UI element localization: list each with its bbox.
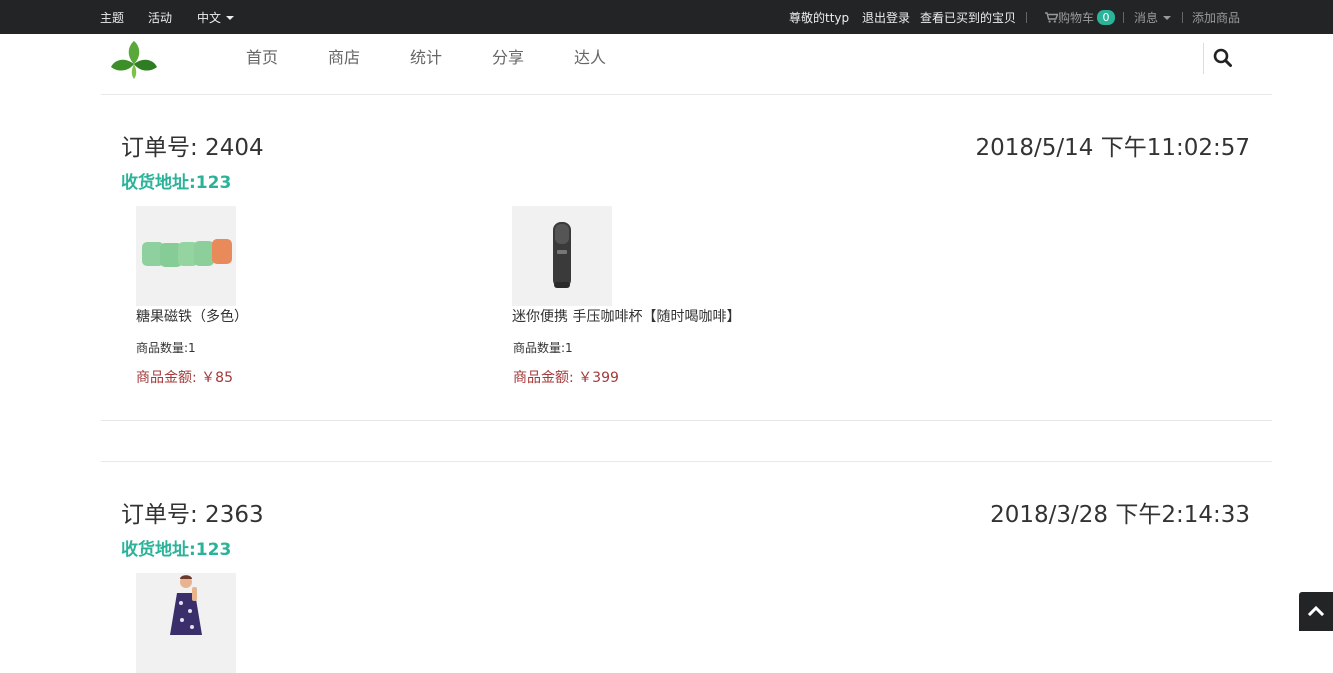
nav-stats[interactable]: 统计 [410, 48, 442, 68]
cart-link[interactable]: 购物车 0 [1045, 10, 1116, 26]
user-greeting[interactable]: 尊敬的ttyp [789, 10, 849, 26]
divider [1203, 43, 1204, 74]
chevron-up-icon [1307, 605, 1325, 617]
candy-magnets-image[interactable] [136, 206, 236, 306]
search-icon[interactable] [1212, 47, 1234, 69]
divider [101, 94, 1272, 95]
order-number: 订单号: 2404 [121, 135, 264, 161]
product-quantity: 商品数量:1 [136, 341, 196, 355]
divider [1182, 12, 1183, 23]
shipping-address: 收货地址:123 [121, 173, 232, 193]
messages-dropdown[interactable]: 消息 [1134, 10, 1172, 26]
language-dropdown[interactable]: 中文 [197, 10, 235, 26]
nav-share[interactable]: 分享 [492, 48, 524, 68]
logout-link[interactable]: 退出登录 [862, 10, 910, 26]
product-name[interactable]: 迷你便携 手压咖啡杯【随时喝咖啡】 [512, 308, 740, 326]
purchased-items-link[interactable]: 查看已买到的宝贝 [920, 10, 1016, 26]
add-product-link[interactable]: 添加商品 [1192, 10, 1240, 26]
cart-count-badge: 0 [1097, 10, 1116, 25]
logo-icon[interactable] [109, 37, 159, 81]
nav-experts[interactable]: 达人 [574, 48, 606, 68]
order-time: 2018/5/14 下午11:02:57 [975, 135, 1250, 161]
chevron-down-icon [1163, 16, 1172, 20]
product-quantity: 商品数量:1 [513, 341, 573, 355]
divider [1123, 12, 1124, 23]
language-label: 中文 [197, 11, 222, 25]
shipping-address: 收货地址:123 [121, 540, 232, 560]
divider [101, 461, 1272, 462]
messages-label: 消息 [1134, 11, 1159, 25]
cart-icon [1045, 12, 1058, 23]
topbar-link-activity[interactable]: 活动 [148, 10, 172, 26]
topbar-link-theme[interactable]: 主题 [100, 10, 124, 26]
coffee-maker-image[interactable] [512, 206, 612, 306]
top-bar: 主题 活动 中文 尊敬的ttyp 退出登录 查看已买到的宝贝 购物车 0 消息 添… [0, 0, 1333, 34]
divider [101, 420, 1272, 421]
chevron-down-icon [226, 16, 235, 20]
nav-store[interactable]: 商店 [328, 48, 360, 68]
product-name[interactable]: 糖果磁铁（多色） [136, 308, 248, 326]
back-to-top-button[interactable] [1299, 592, 1333, 631]
divider [1026, 12, 1027, 23]
cart-label: 购物车 [1058, 11, 1095, 25]
nav-home[interactable]: 首页 [246, 48, 278, 68]
product-price: 商品金额: ￥85 [136, 370, 233, 386]
child-dress-image[interactable] [136, 573, 236, 673]
order-number: 订单号: 2363 [121, 502, 264, 528]
product-price: 商品金额: ￥399 [513, 370, 619, 386]
order-time: 2018/3/28 下午2:14:33 [990, 502, 1250, 528]
